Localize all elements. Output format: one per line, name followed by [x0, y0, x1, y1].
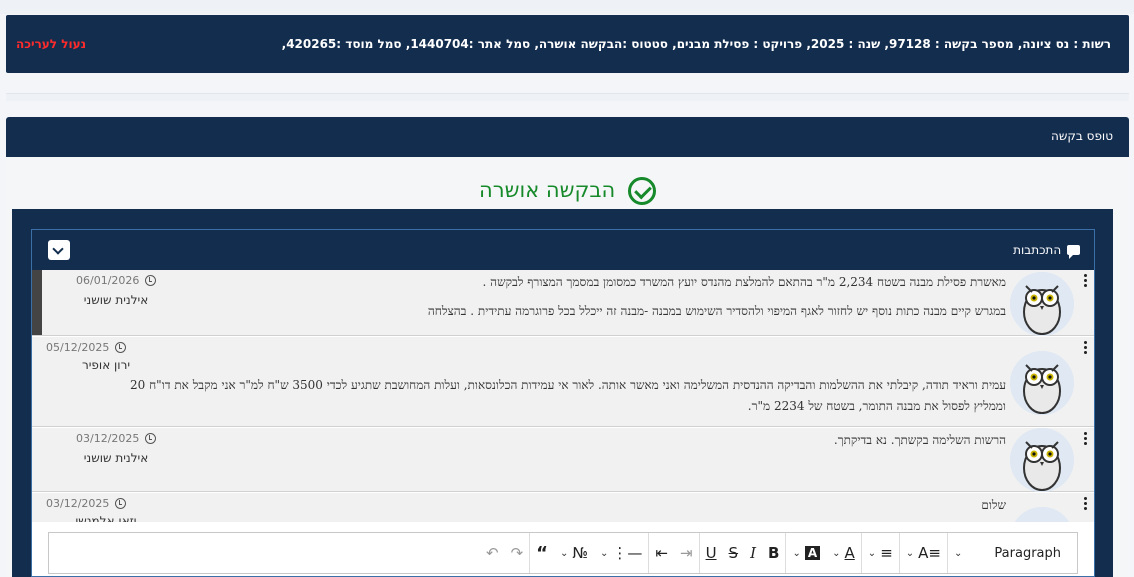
avatar [1010, 507, 1074, 522]
avatar [1010, 351, 1074, 415]
text-size-icon: A≡ [918, 544, 941, 562]
comment-meta: 03/12/2025 אילנית שושני [56, 432, 176, 465]
clock-icon [145, 275, 157, 286]
avatar [1010, 272, 1074, 336]
comments-panel-header: התכתבות [32, 230, 1094, 270]
comments-title-text: התכתבות [1013, 243, 1062, 257]
align-button[interactable]: ⌄ ≡ [860, 533, 899, 573]
comments-list[interactable]: מאשרת פסילת מבנה בשטח 2,234 מ"ר בהתאם לה… [32, 270, 1094, 522]
indent-icon: ⇥ [679, 544, 693, 562]
bullet-list-button[interactable]: ⌄ ⋮— [594, 533, 648, 573]
comments-panel: התכתבות מאשרת פסילת מבנה בשטח 2,234 מ"ר … [31, 229, 1095, 577]
comment-item: הרשות השלימה בקשתך. נא בדיקתך. 03/12/202… [32, 428, 1094, 492]
clock-icon [115, 498, 127, 509]
comments-title: התכתבות [1013, 243, 1080, 259]
blockquote-button[interactable]: “ [529, 533, 554, 573]
text-size-button[interactable]: ⌄ A≡ [898, 533, 947, 573]
comment-line: במגרש קיים מבנה כתות נוסף יש לחזור לאגף … [427, 304, 1006, 318]
bold-button[interactable]: B [762, 533, 785, 573]
comment-editor[interactable]: ⌄ Paragraph ⌄ A≡ ⌄ ≡ ⌄ A ⌄ A B I S U ⇥ ⇤ ⌄ ⋮— [48, 532, 1078, 574]
text-color-button[interactable]: ⌄ A [826, 533, 861, 573]
outdent-icon: ⇤ [655, 544, 668, 562]
form-body: הבקשה אושרה התכתבות מאשרת פסילת מבנה בשט… [6, 157, 1129, 577]
more-options-icon[interactable] [1084, 341, 1088, 355]
comment-item: עמית וראיד תודה, קיבלתי את ההשלמות והבדי… [32, 337, 1094, 427]
comment-text: שלום [981, 495, 1006, 516]
chevron-down-icon: ⌄ [832, 547, 841, 559]
form-title: טופס בקשה [1051, 129, 1113, 143]
spacer-strip [6, 93, 1129, 101]
collapse-button[interactable] [48, 240, 70, 260]
bullet-list-icon: ⋮— [612, 544, 643, 562]
request-details: רשות : נס ציונה, מספר בקשה : 97128, שנה … [281, 37, 1111, 51]
chevron-down-icon: ⌄ [905, 547, 915, 559]
strikethrough-button[interactable]: S [723, 533, 745, 573]
comment-date: 06/01/2026 [76, 274, 140, 287]
comments-panel-container: התכתבות מאשרת פסילת מבנה בשטח 2,234 מ"ר … [12, 209, 1113, 577]
clock-icon [115, 342, 127, 353]
indent-button[interactable]: ⇥ [674, 533, 699, 573]
chat-bubble-icon [1067, 245, 1080, 259]
undo-button[interactable]: ↶ [480, 533, 505, 573]
form-header: טופס בקשה [6, 117, 1129, 157]
numbered-list-button[interactable]: ⌄ № [554, 533, 594, 573]
numbered-list-icon: № [572, 544, 589, 562]
outdent-button[interactable]: ⇤ [648, 533, 674, 573]
align-right-icon: ≡ [880, 544, 893, 562]
comment-line: שלום [981, 498, 1006, 512]
highlight-button[interactable]: ⌄ A [785, 533, 826, 573]
comment-author: יזאן אלמנשי [75, 514, 137, 522]
redo-icon: ↷ [510, 544, 524, 562]
underline-button[interactable]: U [698, 533, 723, 573]
check-circle-icon [627, 177, 656, 205]
more-options-icon[interactable] [1084, 432, 1088, 446]
quote-icon: “ [536, 542, 549, 564]
clock-icon [145, 433, 157, 444]
chevron-down-icon: ⌄ [600, 547, 609, 559]
comment-line: עמית וראיד תודה, קיבלתי את ההשלמות והבדי… [129, 378, 1006, 392]
chevron-down-icon: ⌄ [792, 547, 801, 559]
italic-button[interactable]: I [744, 533, 762, 573]
editor-toolbar: ⌄ Paragraph ⌄ A≡ ⌄ ≡ ⌄ A ⌄ A B I S U ⇥ ⇤ ⌄ ⋮— [480, 533, 1077, 573]
chevron-down-icon: ⌄ [560, 547, 569, 559]
avatar [1010, 428, 1074, 492]
top-strip [0, 0, 1134, 14]
comment-date: 03/12/2025 [46, 497, 110, 510]
comment-author: ירון אופיר [81, 358, 131, 372]
chevron-down-icon: ⌄ [867, 547, 877, 559]
block-format-value: Paragraph [994, 545, 1061, 561]
comment-text: מאשרת פסילת מבנה בשטח 2,234 מ"ר בהתאם לה… [428, 272, 1006, 322]
comment-author: אילנית שושני [83, 451, 149, 465]
block-format-select[interactable]: ⌄ Paragraph [947, 533, 1067, 573]
comment-line: הרשות השלימה בקשתך. נא בדיקתך. [833, 433, 1006, 447]
undo-icon: ↶ [486, 544, 499, 562]
comment-meta: 03/12/2025 יזאן אלמנשי [46, 497, 166, 522]
scroll-indicator [32, 270, 42, 335]
comment-date: 03/12/2025 [76, 432, 140, 445]
comment-date: 05/12/2025 [46, 341, 110, 354]
comment-text: עמית וראיד תודה, קיבלתי את ההשלמות והבדי… [56, 375, 1006, 417]
comment-line: וממליץ לפסול את מבנה התומר, בשטח של 2234… [747, 399, 1006, 413]
text-color-icon: A [844, 544, 855, 562]
more-options-icon[interactable] [1084, 274, 1088, 288]
approval-status-text: הבקשה אושרה [479, 178, 616, 202]
highlight-icon: A [804, 546, 821, 560]
comment-item: מאשרת פסילת מבנה בשטח 2,234 מ"ר בהתאם לה… [32, 270, 1094, 336]
chevron-down-icon: ⌄ [954, 547, 963, 559]
comment-text: הרשות השלימה בקשתך. נא בדיקתך. [834, 430, 1006, 451]
comment-meta: 05/12/2025 ירון אופיר [46, 341, 166, 372]
comment-author: אילנית שושני [83, 293, 149, 307]
comment-meta: 06/01/2026 אילנית שושני [56, 274, 176, 307]
comment-line: מאשרת פסילת מבנה בשטח 2,234 מ"ר בהתאם לה… [482, 275, 1006, 289]
redo-button[interactable]: ↷ [505, 533, 530, 573]
more-options-icon[interactable] [1084, 497, 1088, 511]
comment-item: שלום 03/12/2025 יזאן אלמנשי [32, 493, 1094, 522]
page: רשות : נס ציונה, מספר בקשה : 97128, שנה … [0, 0, 1134, 577]
approval-status: הבקשה אושרה [6, 177, 1129, 205]
locked-for-editing-label: נעול לעריכה [16, 37, 87, 51]
request-info-bar: רשות : נס ציונה, מספר בקשה : 97128, שנה … [6, 15, 1129, 73]
